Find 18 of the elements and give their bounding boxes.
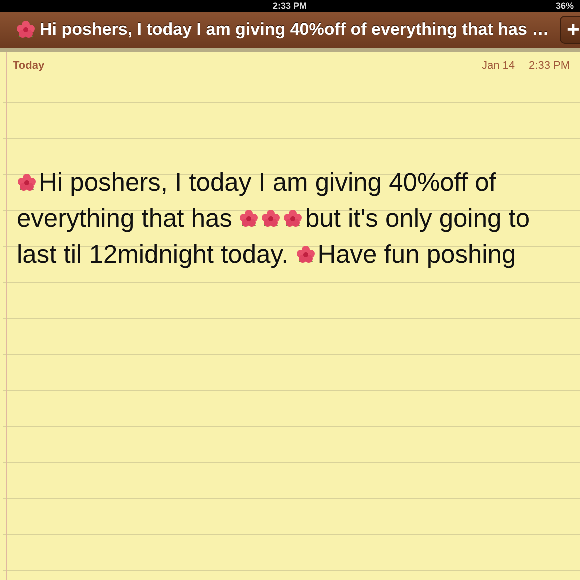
note-date: Jan 14 xyxy=(482,60,516,72)
hibiscus-icon xyxy=(17,173,37,193)
note-text: but it's only going to xyxy=(305,204,530,234)
status-time: 2:33 PM xyxy=(272,1,307,12)
note-title: Hi poshers, I today I am giving 40%off of everything that has … xyxy=(40,20,550,40)
note-time: 2:33 PM xyxy=(529,60,570,72)
hibiscus-icon xyxy=(239,209,260,229)
hibiscus-icon xyxy=(296,245,316,265)
hibiscus-icon xyxy=(283,209,304,229)
note-text: Hi poshers, I today I am giving 40%off of xyxy=(39,168,496,198)
note-text: everything that has xyxy=(17,204,232,234)
hibiscus-icon xyxy=(261,209,282,229)
note-text: Have fun poshing xyxy=(318,240,516,270)
add-button[interactable]: + xyxy=(560,16,580,44)
battery-level: 36% xyxy=(556,1,574,12)
hibiscus-icon xyxy=(16,20,36,40)
note-text: last til 12midnight today. xyxy=(17,240,289,270)
note-day: Today xyxy=(13,60,45,72)
